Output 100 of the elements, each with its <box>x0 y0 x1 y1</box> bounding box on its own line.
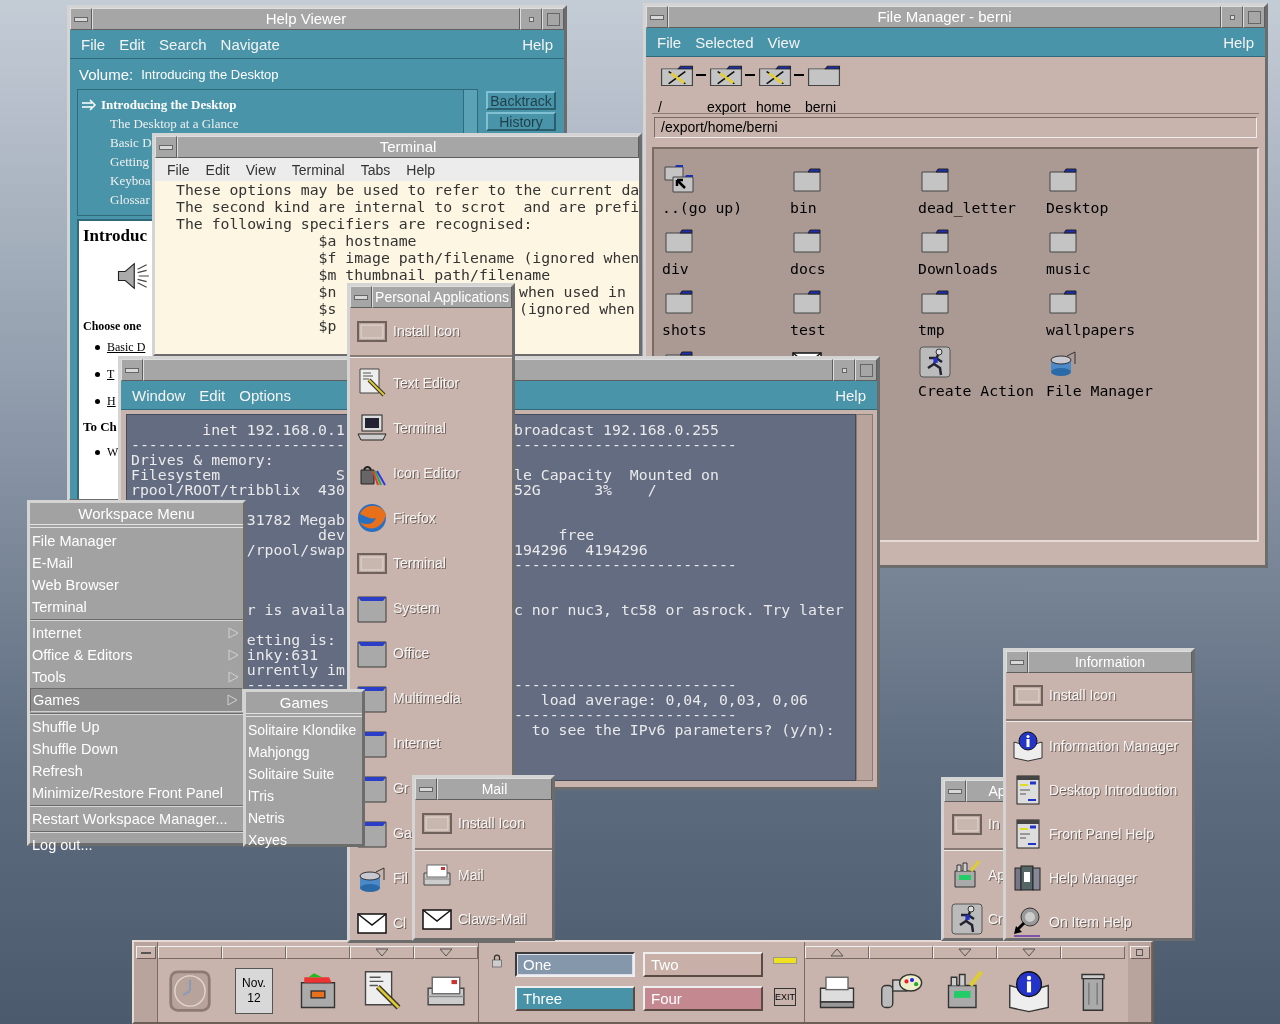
window-menu-button[interactable] <box>135 946 156 959</box>
panel-item[interactable]: Mail <box>458 867 484 883</box>
panel-item[interactable]: Text Editor <box>393 374 460 391</box>
window-menu-button[interactable] <box>944 780 966 802</box>
panel-item[interactable]: Cr <box>988 911 1003 927</box>
menu-item[interactable]: Navigate <box>215 35 285 53</box>
menu-item[interactable]: E-Mail <box>30 552 243 574</box>
menu-item[interactable]: Refresh <box>30 760 243 782</box>
workspace-button[interactable]: One <box>515 952 635 977</box>
menu-item[interactable]: lTris <box>246 785 362 807</box>
calendar-button[interactable]: Nov. 12 <box>235 967 273 1014</box>
menu-item[interactable]: Log out... <box>30 834 243 856</box>
maximize-button[interactable] <box>1243 6 1265 28</box>
panel-item[interactable]: Desktop Introduction <box>1049 782 1178 798</box>
menu-item[interactable]: Help <box>517 35 558 53</box>
menu-item[interactable]: Games <box>30 688 243 712</box>
menu-item[interactable]: Terminal <box>30 596 243 618</box>
subpanel-tab[interactable] <box>933 946 997 959</box>
topic-item[interactable]: Keyboa <box>107 171 151 190</box>
menu-item[interactable]: View <box>237 161 284 178</box>
file-label[interactable]: div <box>662 260 689 277</box>
workspace-button[interactable]: Three <box>515 986 635 1011</box>
panel-item[interactable]: Firefox <box>393 509 436 526</box>
menu-item[interactable]: Edit <box>197 161 238 178</box>
window-menu-button[interactable] <box>646 6 668 28</box>
panel-item[interactable]: Install Icon <box>458 815 525 831</box>
menu-item[interactable]: Office & Editors <box>30 644 243 666</box>
panel-item[interactable]: Information Manager <box>1049 738 1179 754</box>
menu-item[interactable]: Options <box>234 386 296 404</box>
panel-item[interactable]: Multimedia <box>393 689 461 706</box>
menu-item[interactable]: View <box>762 33 805 51</box>
subpanel-tab[interactable] <box>414 946 478 959</box>
menu-item[interactable]: Solitaire Suite <box>246 763 362 785</box>
scrollbar[interactable] <box>856 414 873 781</box>
panel-item[interactable]: Fil <box>393 869 408 886</box>
file-label[interactable]: wallpapers <box>1046 321 1136 338</box>
file-label[interactable]: tmp <box>918 321 945 338</box>
subpanel-tab[interactable] <box>158 946 222 959</box>
subpanel-tab[interactable] <box>350 946 414 959</box>
workspace-button[interactable]: Four <box>643 986 763 1011</box>
topic-item[interactable]: Glossar <box>107 190 150 209</box>
window-menu-button[interactable] <box>121 359 143 381</box>
menu-item[interactable]: Tools <box>30 666 243 688</box>
panel-item[interactable]: Install Icon <box>1049 687 1116 703</box>
menu-item[interactable]: Window <box>127 386 191 404</box>
minimize-button[interactable] <box>833 359 855 381</box>
menu-item[interactable]: File <box>76 35 111 53</box>
menu-item[interactable]: Help <box>1218 33 1259 51</box>
panel-handle[interactable] <box>134 942 158 1022</box>
path-field[interactable]: /export/home/berni <box>654 117 1257 138</box>
menu-item[interactable]: Help <box>398 161 444 178</box>
topic-item[interactable]: Getting <box>107 152 149 171</box>
panel-item[interactable]: Icon Editor <box>393 464 460 481</box>
topic-item[interactable]: The Desktop at a Glance <box>107 114 239 133</box>
subpanel-tab[interactable] <box>869 946 933 959</box>
minimize-button[interactable] <box>520 8 542 30</box>
panel-handle[interactable] <box>1128 942 1152 1022</box>
panel-item[interactable]: Install Icon <box>393 322 460 339</box>
scrollbar[interactable] <box>463 90 477 134</box>
menu-item[interactable]: Web Browser <box>30 574 243 596</box>
menu-item[interactable]: Shuffle Down <box>30 738 243 760</box>
panel-item[interactable]: Ga <box>393 824 412 841</box>
path-label[interactable]: export <box>707 99 746 115</box>
menu-item[interactable]: File <box>159 161 198 178</box>
window-menu-button[interactable] <box>155 136 177 158</box>
menu-item[interactable]: Shuffle Up <box>30 716 243 738</box>
panel-item[interactable]: Help Manager <box>1049 870 1137 886</box>
nav-button[interactable]: Backtrack <box>486 91 556 110</box>
file-label[interactable]: test <box>790 321 826 338</box>
file-label[interactable]: dead_letter <box>918 199 1016 216</box>
panel-item[interactable]: Claws-Mail <box>458 911 527 927</box>
path-label[interactable]: home <box>756 99 792 115</box>
subpanel-tab[interactable] <box>1061 946 1125 959</box>
subpanel-tab[interactable] <box>286 946 350 959</box>
topic-item[interactable]: Basic D <box>107 133 152 152</box>
minimize-button[interactable] <box>1221 6 1243 28</box>
panel-item[interactable]: Cl <box>393 914 407 931</box>
panel-item[interactable]: Office <box>393 644 430 661</box>
maximize-button[interactable] <box>855 359 877 381</box>
panel-item[interactable]: System <box>393 599 440 616</box>
menu-item[interactable]: Minimize/Restore Front Panel <box>30 782 243 804</box>
nav-button[interactable]: History <box>486 112 556 131</box>
file-label[interactable]: bin <box>790 199 817 216</box>
menu-item[interactable]: Netris <box>246 807 362 829</box>
window-menu-button[interactable] <box>70 8 92 30</box>
panel-item[interactable]: Front Panel Help <box>1049 826 1155 842</box>
panel-item[interactable]: Terminal <box>393 554 446 571</box>
menu-item[interactable]: Xeyes <box>246 829 362 851</box>
path-label[interactable]: berni <box>805 99 837 115</box>
menu-item[interactable]: Internet <box>30 622 243 644</box>
file-label[interactable]: shots <box>662 321 707 338</box>
file-label[interactable]: Create Action <box>918 382 1034 399</box>
file-label[interactable]: File Manager <box>1046 382 1153 399</box>
menu-item[interactable]: Solitaire Klondike <box>246 719 362 741</box>
window-menu-button[interactable] <box>350 286 372 308</box>
menu-item[interactable]: Edit <box>194 386 231 404</box>
subpanel-tab[interactable] <box>997 946 1061 959</box>
file-label[interactable]: Downloads <box>918 260 999 277</box>
panel-item[interactable]: Terminal <box>393 419 446 436</box>
menu-item[interactable]: Mahjongg <box>246 741 362 763</box>
